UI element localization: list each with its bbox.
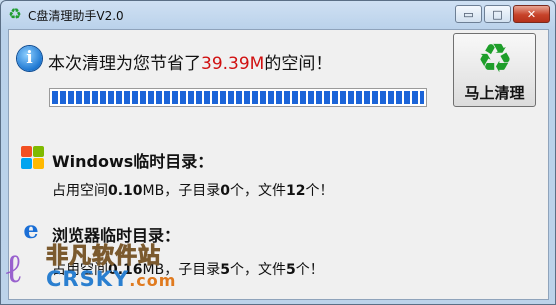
file-count: 5: [285, 262, 296, 278]
browser-temp-stats: 占用空间0.16MB，子目录5个，文件5个！: [52, 259, 324, 279]
file-count: 12: [285, 183, 306, 199]
used-label: 占用空间: [52, 262, 108, 278]
maximize-button[interactable]: □: [484, 5, 511, 23]
used-label: 占用空间: [52, 183, 108, 199]
windows-temp-title: Windows临时目录：: [52, 152, 214, 171]
progress-bar: [49, 88, 427, 107]
minimize-button[interactable]: ▭: [455, 5, 482, 23]
used-value: 0.16: [108, 262, 143, 278]
subdir-label: MB，子目录: [142, 183, 221, 199]
title-bar[interactable]: ♻ C盘清理助手V2.0 ▭ □ ✕: [1, 1, 555, 28]
app-window: ♻ C盘清理助手V2.0 ▭ □ ✕ i 本次清理为您节省了39.39M的空间！…: [0, 0, 556, 305]
summary-suffix: 的空间！: [264, 54, 333, 74]
line-end: 个！: [295, 262, 324, 278]
internet-explorer-icon: e: [23, 215, 39, 244]
summary-prefix: 本次清理为您节省了: [48, 54, 201, 74]
used-value: 0.10: [108, 183, 143, 199]
windows-temp-stats: 占用空间0.10MB，子目录0个，文件12个！: [52, 180, 333, 200]
close-button[interactable]: ✕: [513, 5, 550, 23]
line-end: 个！: [305, 183, 334, 199]
file-label: 个，文件: [229, 183, 286, 199]
client-area: i 本次清理为您节省了39.39M的空间！ ♻ 马上清理 Windows临时目录…: [8, 29, 549, 300]
recycle-icon: ♻: [8, 5, 22, 23]
cleanup-summary: 本次清理为您节省了39.39M的空间！: [48, 49, 332, 74]
subdir-count: 5: [220, 262, 230, 278]
browser-temp-title: 浏览器临时目录：: [52, 226, 181, 245]
info-icon: i: [17, 46, 42, 71]
clean-now-button[interactable]: ♻ 马上清理: [453, 33, 536, 107]
saved-amount: 39.39M: [201, 54, 265, 74]
progress-fill: [52, 91, 424, 104]
subdir-label: MB，子目录: [142, 262, 221, 278]
windows-logo-icon: [19, 144, 45, 170]
recycle-icon: ♻: [477, 36, 513, 82]
file-label: 个，文件: [229, 262, 286, 278]
clean-now-label: 马上清理: [464, 84, 525, 102]
subdir-count: 0: [220, 183, 230, 199]
window-title: C盘清理助手V2.0: [28, 9, 124, 23]
